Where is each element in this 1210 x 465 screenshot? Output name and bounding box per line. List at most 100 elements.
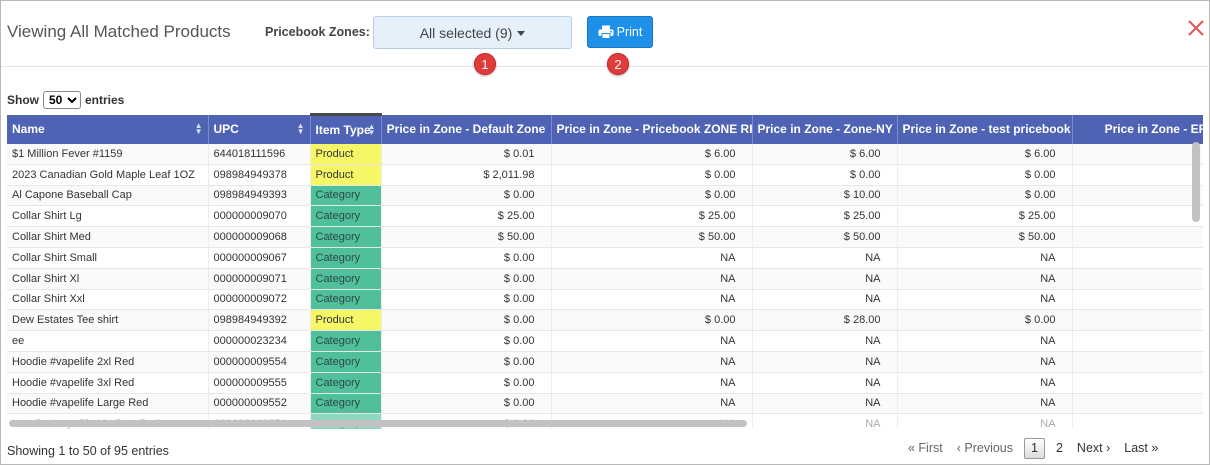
table-cell: $ 25.00	[381, 205, 552, 228]
table-cell: 000000009067	[208, 247, 311, 269]
table-row[interactable]: Hoodie #vapelife 3xl Red 000000009555 Cate…	[7, 372, 1203, 394]
table-row[interactable]: Dew Estates Tee shirt 098984949392 Product…	[7, 309, 1203, 332]
table-cell: NA	[752, 268, 898, 290]
table-cell	[1072, 205, 1203, 228]
column-header-3[interactable]: Price in Zone - Default Zone	[381, 114, 552, 144]
table-cell: 000000009072	[208, 289, 311, 311]
pricebook-zones-dropdown[interactable]: All selected (9)	[373, 16, 572, 49]
table-cell: $ 6.00	[897, 143, 1073, 165]
table-cell: Category	[310, 351, 382, 373]
table-cell: $ 25.00	[752, 205, 898, 228]
table-cell: 098984949393	[208, 185, 311, 207]
column-header-label: Name	[12, 122, 45, 136]
table-cell	[1072, 372, 1203, 394]
table-cell: Category	[310, 330, 382, 352]
table-cell: $1 Million Fever #1159	[7, 143, 209, 165]
table-row[interactable]: Collar Shirt Xl 000000009071 Category $ 0.0…	[7, 268, 1203, 290]
table-cell: NA	[551, 372, 753, 394]
table-cell: $ 0.00	[381, 247, 552, 269]
table-cell: Collar Shirt Small	[7, 247, 209, 269]
table-row[interactable]: $1 Million Fever #1159 644018111596 Produc…	[7, 143, 1203, 165]
table-row[interactable]: 2023 Canadian Gold Maple Leaf 1OZ 0989849…	[7, 164, 1203, 186]
table-cell: $ 6.00	[551, 143, 753, 165]
table-cell: $ 0.00	[381, 393, 552, 415]
pagination: « First ‹ Previous 1 2 Next › Last »	[901, 437, 1165, 459]
table-cell: Hoodie #vapelife 3xl Red	[7, 372, 209, 394]
pricebook-zones-label: Pricebook Zones:	[265, 25, 370, 39]
table-cell: 000000009552	[208, 393, 311, 415]
table-row[interactable]: Al Capone Baseball Cap 098984949393 Catego…	[7, 185, 1203, 207]
table-cell	[1072, 309, 1203, 332]
table-cell: NA	[752, 247, 898, 269]
table-cell: Category	[310, 247, 382, 269]
table-cell: $ 6.00	[752, 143, 898, 165]
table-row[interactable]: ee 000000023234 Category $ 0.00 NA NA NA	[7, 330, 1203, 352]
table-row[interactable]: Collar Shirt Small 000000009067 Category $ …	[7, 247, 1203, 269]
table-cell: 098984949392	[208, 309, 311, 332]
vertical-scrollbar[interactable]	[1192, 142, 1200, 222]
products-table-container: Name ▲ ▼ UPC ▲ ▼ Item Type ▲ ▼ Price in Zone - De…	[7, 113, 1203, 429]
last-page-button[interactable]: Last »	[1117, 441, 1165, 455]
table-row[interactable]: Hoodie #vapelife 2xl Red 000000009554 Cate…	[7, 351, 1203, 373]
previous-page-button[interactable]: ‹ Previous	[950, 441, 1020, 455]
page-1-button[interactable]: 1	[1024, 437, 1045, 459]
table-cell: $ 0.00	[897, 309, 1073, 332]
table-cell: $ 10.00	[752, 185, 898, 207]
table-row[interactable]: Collar Shirt Xxl 000000009072 Category $ 0.…	[7, 289, 1203, 311]
column-header-5[interactable]: Price in Zone - Zone-NY	[752, 114, 898, 144]
table-cell: Category	[310, 268, 382, 290]
column-header-label: UPC	[213, 122, 239, 136]
close-icon[interactable]	[1185, 17, 1207, 39]
table-cell: Collar Shirt Xxl	[7, 289, 209, 311]
column-header-7[interactable]: Price in Zone - ER Test	[1072, 114, 1203, 144]
table-cell: $ 0.00	[551, 164, 753, 186]
table-cell: $ 50.00	[752, 226, 898, 248]
table-cell: $ 0.00	[381, 372, 552, 394]
column-header-4[interactable]: Price in Zone - Pricebook ZONE RH	[551, 114, 753, 144]
column-header-label: Price in Zone - Zone-NY	[757, 122, 893, 136]
table-cell: Category	[310, 205, 382, 228]
table-cell: Category	[310, 226, 382, 248]
table-cell: 644018111596	[208, 143, 311, 165]
column-header-1[interactable]: UPC ▲ ▼	[208, 114, 311, 144]
page-title: Viewing All Matched Products	[7, 22, 231, 41]
column-header-6[interactable]: Price in Zone - test pricebook	[897, 114, 1073, 144]
caret-down-icon	[517, 31, 526, 36]
products-table: Name ▲ ▼ UPC ▲ ▼ Item Type ▲ ▼ Price in Zone - De…	[7, 113, 1203, 429]
table-cell: Category	[310, 393, 382, 415]
table-cell: NA	[551, 268, 753, 290]
show-label: Show	[7, 93, 39, 107]
table-cell: NA	[897, 330, 1073, 352]
table-cell: $ 25.00	[551, 205, 753, 228]
table-cell: NA	[897, 413, 1073, 429]
first-page-button[interactable]: « First	[901, 441, 950, 455]
table-cell: Dew Estates Tee shirt	[7, 309, 209, 332]
table-cell: 2023 Canadian Gold Maple Leaf 1OZ	[7, 164, 209, 186]
entries-label: entries	[85, 93, 125, 107]
column-header-label: Price in Zone - test pricebook	[902, 122, 1071, 136]
table-cell: Hoodie #vapelife 2xl Red	[7, 351, 209, 373]
table-row[interactable]: Collar Shirt Lg 000000009070 Category $ 25.…	[7, 205, 1203, 228]
table-row[interactable]: Hoodie #vapelife Large Red 000000009552 Ca…	[7, 393, 1203, 415]
column-header-label: Price in Zone - Default Zone	[386, 122, 546, 136]
table-cell: $ 50.00	[381, 226, 552, 248]
entries-per-page-select[interactable]: 50	[43, 91, 81, 109]
column-header-0[interactable]: Name ▲ ▼	[7, 114, 209, 144]
horizontal-scrollbar[interactable]	[9, 420, 747, 427]
table-cell	[1072, 226, 1203, 248]
table-row[interactable]: Collar Shirt Med 000000009068 Category $ 50…	[7, 226, 1203, 248]
next-page-button[interactable]: Next ›	[1070, 441, 1117, 455]
table-cell: $ 2,011.98	[381, 164, 552, 186]
table-cell: Product	[310, 164, 382, 186]
print-button[interactable]: Print	[587, 16, 653, 48]
page-2-button[interactable]: 2	[1049, 441, 1070, 455]
table-cell	[1072, 247, 1203, 269]
table-cell: 000000009555	[208, 372, 311, 394]
table-cell: $ 0.00	[897, 185, 1073, 207]
column-header-2[interactable]: Item Type ▲ ▼	[310, 113, 382, 144]
table-cell: $ 0.00	[381, 330, 552, 352]
table-cell: Product	[310, 143, 382, 165]
table-cell	[1072, 330, 1203, 352]
table-cell: Product	[310, 309, 382, 332]
table-cell: NA	[551, 289, 753, 311]
